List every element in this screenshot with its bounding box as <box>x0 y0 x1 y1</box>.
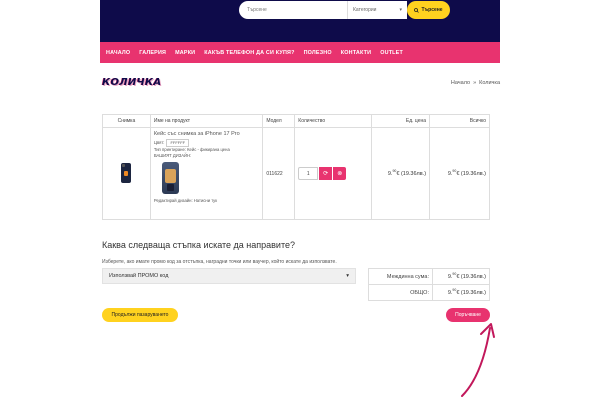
col-header-quantity: Количество <box>294 114 373 128</box>
totals-table: Междинна сума: 9.90€ (19.36лв.) ОБЩО: 9.… <box>368 268 490 301</box>
product-image-cell <box>102 127 151 220</box>
total-row: ОБЩО: 9.90€ (19.36лв.) <box>368 284 490 301</box>
subtotal-label: Междинна сума: <box>368 268 433 285</box>
product-name-link[interactable]: Кейс със снимка за iPhone 17 Pro <box>154 131 260 137</box>
subtotal-value: 9.90€ (19.36лв.) <box>432 268 490 285</box>
site-header: Категории ▾ Търсене <box>100 0 500 42</box>
unit-price-cell: 9.90€ (19.36лв.) <box>371 127 431 220</box>
category-select[interactable]: Категории ▾ <box>347 1 407 19</box>
nav-item-outlet[interactable]: OUTLET <box>380 50 403 56</box>
search-field[interactable] <box>239 1 349 19</box>
breadcrumb: Начало » Количка <box>451 80 500 86</box>
breadcrumb-separator: » <box>473 80 477 86</box>
color-label: Цвят: <box>153 140 165 145</box>
nav-item-brands[interactable]: МАРКИ <box>175 50 195 56</box>
arrow-annotation-icon <box>461 323 495 397</box>
total-value: 9.90€ (19.36лв.) <box>432 284 490 301</box>
nav-item-contacts[interactable]: КОНТАКТИ <box>341 50 371 56</box>
subtotal-row: Междинна сума: 9.90€ (19.36лв.) <box>368 268 490 285</box>
cart-page: Категории ▾ Търсене НАЧАЛО ГАЛЕРИЯ МАРКИ… <box>100 0 500 400</box>
page-title: КОЛИЧКА <box>102 77 162 88</box>
category-label: Категории <box>353 7 377 13</box>
continue-shopping-button[interactable]: Продължи пазаруването <box>102 308 178 322</box>
design-preview-image <box>161 162 179 194</box>
quantity-input[interactable]: 1 <box>298 167 319 180</box>
edit-design-link[interactable]: Редактирай дизайн: Натисни тук <box>154 198 260 204</box>
product-color: Цвят: FFFFFF <box>154 139 260 147</box>
product-model: 011622 <box>266 170 283 177</box>
nav-item-useful[interactable]: ПОЛЕЗНО <box>304 50 332 56</box>
col-header-image: Снимка <box>102 114 151 128</box>
search-input[interactable] <box>247 7 341 13</box>
col-header-unit-price: Ед. цена <box>371 114 431 128</box>
nav-item-home[interactable]: НАЧАЛО <box>106 50 130 56</box>
search-icon <box>414 7 420 13</box>
col-header-model: Модел <box>262 114 296 128</box>
refresh-button[interactable]: ⟳ <box>318 167 333 180</box>
promo-option: Използвай ПРОМО код <box>109 273 169 279</box>
total-price: 9.90€ (19.36лв.) <box>447 169 486 178</box>
breadcrumb-current[interactable]: Количка <box>479 80 500 86</box>
refresh-icon: ⟳ <box>323 171 329 177</box>
col-header-name: Име на продукт <box>149 114 264 128</box>
promo-code-select[interactable]: Използвай ПРОМО код ▾ <box>102 268 356 284</box>
remove-icon: ⊗ <box>337 171 343 177</box>
breadcrumb-home[interactable]: Начало <box>451 80 470 86</box>
color-value: FFFFFF <box>166 139 190 147</box>
unit-price: 9.90€ (19.36лв.) <box>387 169 427 178</box>
remove-button[interactable]: ⊗ <box>332 167 347 180</box>
caret-down-icon: ▾ <box>399 7 402 13</box>
product-name-cell: Кейс със снимка за iPhone 17 Pro Цвят: FF… <box>149 127 264 220</box>
total-label: ОБЩО: <box>368 284 433 301</box>
product-model-cell: 011622 <box>262 127 296 220</box>
nav-item-gallery[interactable]: ГАЛЕРИЯ <box>139 50 166 56</box>
next-step-description: Изберете, ако имате промо код за отстъпк… <box>102 259 337 265</box>
main-nav: НАЧАЛО ГАЛЕРИЯ МАРКИ КАКЪВ ТЕЛЕФОН ДА СИ… <box>100 42 500 63</box>
col-header-total: Всичко <box>429 114 490 128</box>
table-row: Кейс със снимка за iPhone 17 Pro Цвят: FF… <box>102 127 490 220</box>
total-price-cell: 9.90€ (19.36лв.) <box>429 127 490 220</box>
nav-item-which-phone[interactable]: КАКЪВ ТЕЛЕФОН ДА СИ КУПЯ? <box>204 50 294 56</box>
product-thumbnail[interactable] <box>121 163 132 183</box>
cart-table: Снимка Име на продукт Модел Количество Е… <box>102 114 490 220</box>
table-header-row: Снимка Име на продукт Модел Количество Е… <box>102 114 490 128</box>
search-button[interactable]: Търсене <box>407 1 450 19</box>
next-step-heading: Каква следваща стъпка искате да направит… <box>102 240 295 250</box>
search-button-label: Търсене <box>421 7 443 13</box>
quantity-control: 1 ⟳ ⊗ <box>298 167 368 180</box>
design-label: ВАШИЯТ ДИЗАЙН: <box>153 153 192 158</box>
caret-down-icon: ▾ <box>346 273 349 279</box>
product-quantity-cell: 1 ⟳ ⊗ <box>294 127 373 220</box>
